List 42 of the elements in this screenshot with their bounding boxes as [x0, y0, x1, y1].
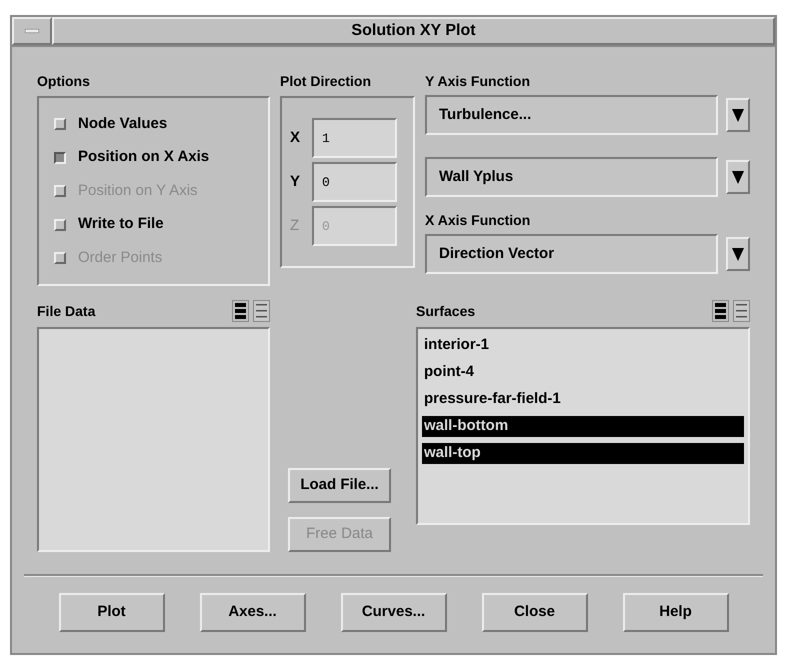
checkbox[interactable] [54, 152, 66, 164]
deselect-all-icon[interactable] [253, 300, 270, 322]
section-label: File Data [37, 302, 96, 320]
dialog-button[interactable]: Axes... [200, 593, 306, 632]
dropdown-arrow-button[interactable] [726, 98, 750, 132]
deselect-all-icon[interactable] [733, 300, 750, 322]
surface-item[interactable]: wall-top [422, 443, 744, 464]
axis-label: Y [290, 172, 302, 192]
dialog-button[interactable]: Curves... [340, 593, 446, 632]
surface-item[interactable]: interior-1 [422, 335, 744, 356]
select-all-icon[interactable] [232, 300, 249, 322]
dropdown-field[interactable]: Turbulence... [425, 95, 718, 135]
select-all-icon[interactable] [712, 300, 729, 322]
surface-item[interactable]: pressure-far-field-1 [422, 389, 744, 410]
surface-item[interactable]: point-4 [422, 362, 744, 383]
checkbox-label: Position on X Axis [78, 147, 210, 168]
caret-icon [732, 107, 744, 123]
direction-input[interactable]: 1 [312, 118, 397, 158]
section-label: Surfaces [416, 302, 476, 320]
dialog-button[interactable]: Close [482, 593, 588, 632]
dropdown-field[interactable]: Wall Yplus [425, 157, 718, 197]
axis-label: X [290, 128, 302, 148]
axis-label: Z [290, 216, 300, 236]
dialog-button[interactable]: Help [622, 593, 728, 632]
dropdown-field[interactable]: Direction Vector [425, 234, 718, 274]
caret-icon [732, 246, 744, 262]
section-label: Plot Direction [280, 72, 372, 91]
checkbox-label: Node Values [78, 114, 168, 134]
direction-input[interactable]: 0 [312, 162, 397, 202]
dialog-button[interactable]: Plot [58, 593, 164, 632]
dropdown-arrow-button[interactable] [726, 160, 750, 194]
dropdown-arrow-button[interactable] [726, 237, 750, 271]
section-label: Y Axis Function [425, 72, 532, 91]
file-button[interactable]: Load File... [288, 468, 391, 503]
caret-icon [732, 169, 744, 185]
section-label: Options [37, 72, 91, 91]
window-title: Solution XY Plot [52, 17, 775, 45]
checkbox-label: Write to File [78, 214, 164, 234]
surface-item[interactable]: wall-bottom [422, 416, 744, 437]
window-menu-button[interactable] [12, 17, 52, 45]
section-label: X Axis Function [425, 211, 532, 230]
minus-icon [25, 29, 39, 33]
